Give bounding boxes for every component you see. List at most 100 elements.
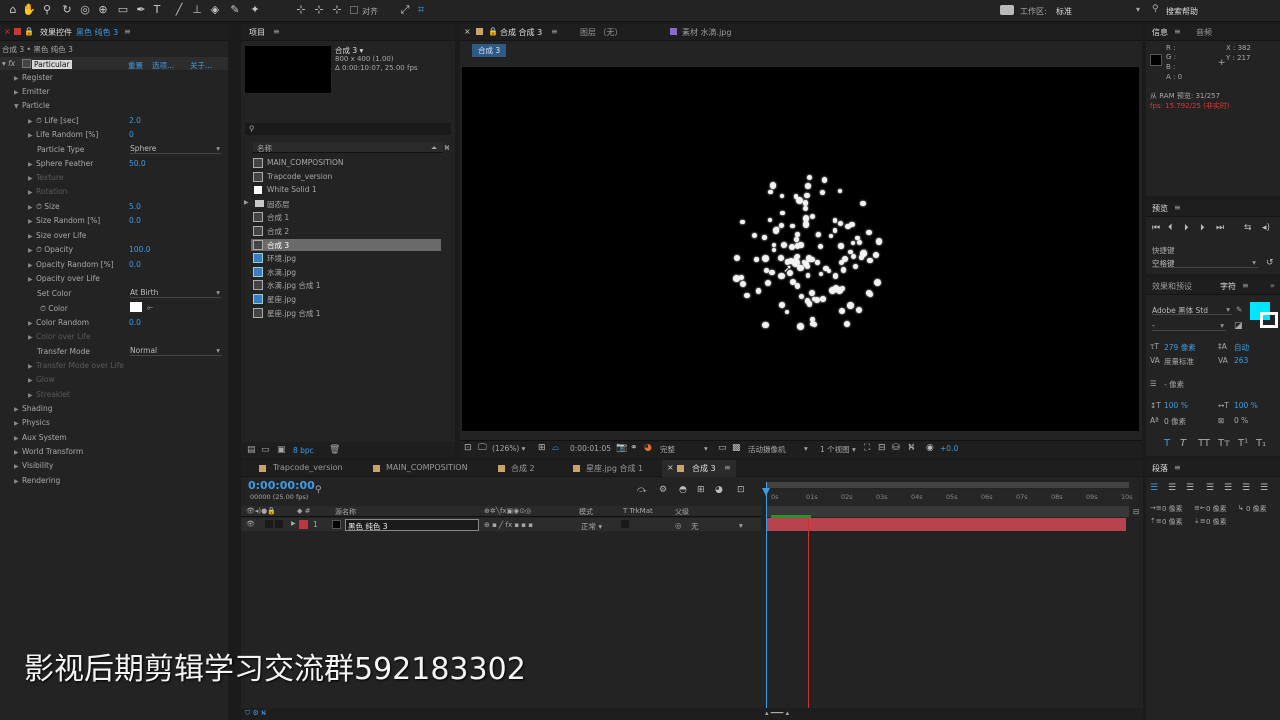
transfer-mode-dropdown[interactable]: Normal: [130, 346, 222, 356]
camera-dropdown-icon[interactable]: ▾: [804, 444, 808, 453]
expand-icon[interactable]: ⤢: [398, 3, 412, 17]
justify-all-icon[interactable]: ☰: [1260, 483, 1268, 493]
faux-italic-icon[interactable]: T: [1180, 438, 1186, 449]
roto-brush-tool-icon[interactable]: ✎: [228, 3, 242, 17]
tab-info[interactable]: 信息: [1152, 27, 1168, 38]
transparency-grid-icon[interactable]: ▩: [732, 443, 741, 453]
prop-opacity-random[interactable]: ▶ Opacity Random [%]: [28, 260, 114, 269]
tab-paragraph[interactable]: 段落: [1152, 463, 1168, 474]
next-frame-icon[interactable]: ⏵: [1200, 223, 1205, 233]
always-preview-icon[interactable]: ⊡: [464, 443, 472, 453]
tsume-value[interactable]: 0 %: [1234, 416, 1248, 425]
new-comp-icon[interactable]: ▣: [277, 445, 286, 455]
prop-life-value[interactable]: 2.0: [129, 116, 141, 125]
interpret-footage-icon[interactable]: ▤: [247, 445, 256, 455]
timeline-tab-comp3[interactable]: 合成 3: [692, 463, 716, 474]
workspace-dropdown-icon[interactable]: ▾: [1136, 5, 1140, 14]
justify-right-icon[interactable]: ☰: [1242, 483, 1250, 493]
current-time[interactable]: 0:00:01:05: [570, 444, 611, 453]
close-icon[interactable]: ×: [4, 27, 11, 36]
swap-colors-icon[interactable]: ◪: [1234, 321, 1243, 331]
flowchart-icon[interactable]: ⛕: [444, 143, 450, 153]
superscript-icon[interactable]: T¹: [1238, 438, 1248, 449]
indent-right-value[interactable]: 0 像素: [1206, 504, 1227, 514]
effect-toggle-icon[interactable]: [22, 59, 31, 68]
close-icon[interactable]: ×: [464, 27, 471, 36]
trash-icon[interactable]: 🗑: [329, 445, 340, 455]
panel-menu-icon[interactable]: ≡: [724, 463, 731, 472]
prop-opacity-random-value[interactable]: 0.0: [129, 260, 141, 269]
prop-size[interactable]: ▶ ⏱ Size: [28, 202, 60, 212]
project-item[interactable]: 水滴.jpg 合成 1: [251, 279, 441, 291]
draft-3d-icon[interactable]: ⚙: [659, 485, 667, 495]
align-checkbox[interactable]: [350, 6, 358, 14]
comp-button-icon[interactable]: ⊟: [1133, 507, 1139, 516]
prop-life-random[interactable]: ▶ Life Random [%]: [28, 130, 98, 139]
project-item[interactable]: Trapcode_version: [251, 171, 441, 183]
prop-opacity[interactable]: ▶ ⏱ Opacity: [28, 245, 73, 255]
small-caps-icon[interactable]: Tᴛ: [1218, 438, 1230, 449]
puppet-tool-icon[interactable]: ✦: [248, 3, 262, 17]
last-frame-icon[interactable]: ⏭: [1216, 223, 1224, 233]
align-center-icon[interactable]: ☰: [1168, 483, 1176, 493]
prop-color-random[interactable]: ▶ Color Random: [28, 318, 89, 327]
show-snapshot-icon[interactable]: ⚭: [630, 443, 638, 453]
current-time-indicator[interactable]: [766, 482, 767, 720]
prop-life[interactable]: ▶ ⏱ Life [sec]: [28, 116, 79, 126]
project-item[interactable]: 合成 2: [251, 225, 441, 237]
project-item[interactable]: White Solid 1: [251, 184, 441, 196]
text-tool-icon[interactable]: T: [150, 3, 164, 17]
layer-name[interactable]: 黑色 纯色 3: [348, 521, 388, 532]
baseline-shift-value[interactable]: 0 像素: [1164, 416, 1186, 427]
tab-layer[interactable]: 图层 （无）: [580, 27, 623, 38]
rectangle-tool-icon[interactable]: ▭: [116, 3, 130, 17]
layer-label-color[interactable]: [299, 520, 308, 529]
project-item[interactable]: 水滴.jpg: [251, 266, 441, 278]
parent-header[interactable]: 父级: [675, 507, 689, 517]
project-item[interactable]: 合成 3: [251, 238, 441, 251]
composition-mini-flowchart-icon[interactable]: ⤼: [637, 485, 647, 495]
timeline-tab-star[interactable]: 星座.jpg 合成 1: [586, 463, 643, 474]
comp-breadcrumb-tab[interactable]: 合成 3: [472, 44, 507, 57]
region-of-interest-icon[interactable]: ▭: [718, 443, 727, 453]
panel-menu-icon[interactable]: ≡: [1174, 203, 1181, 212]
mask-visibility-icon[interactable]: ⌓: [552, 443, 559, 453]
sort-icon[interactable]: ⏶: [431, 143, 437, 153]
indent-left-value[interactable]: 0 像素: [1162, 504, 1183, 514]
pen-tool-icon[interactable]: ✒: [134, 3, 148, 17]
group-rendering[interactable]: ▶ Rendering: [14, 476, 60, 485]
prop-color-random-value[interactable]: 0.0: [129, 318, 141, 327]
prev-frame-icon[interactable]: ⏴: [1168, 223, 1173, 233]
channel-icon[interactable]: ◕: [644, 443, 652, 453]
prop-life-random-value[interactable]: 0: [129, 130, 134, 139]
project-item[interactable]: ▶ 固态层: [244, 198, 441, 210]
space-after-value[interactable]: 0 像素: [1206, 517, 1227, 527]
space-before-value[interactable]: 0 像素: [1162, 517, 1183, 527]
exposure-value[interactable]: +0.0: [940, 444, 958, 453]
leading-value[interactable]: 自动: [1234, 342, 1249, 353]
resolution-dropdown-icon[interactable]: ▾: [704, 444, 708, 453]
axis-local-icon[interactable]: ⊹: [294, 3, 308, 17]
panel-menu-icon[interactable]: ≡: [1174, 463, 1181, 472]
tab-composition[interactable]: 合成 合成 3: [500, 27, 542, 38]
comp-canvas[interactable]: [462, 67, 1139, 431]
hand-tool-icon[interactable]: ✋: [22, 3, 36, 17]
timeline-tab-main[interactable]: MAIN_COMPOSITION: [386, 463, 468, 472]
project-item[interactable]: 合成 1: [251, 211, 441, 223]
parent-pickwhip-icon[interactable]: ◎: [675, 521, 682, 530]
loop-icon[interactable]: ⇆: [1244, 223, 1252, 233]
font-style-dropdown[interactable]: -: [1152, 321, 1226, 331]
zoom-out-icon[interactable]: ▴ ━━━ ▴: [765, 709, 789, 717]
tab-audio[interactable]: 音频: [1196, 27, 1212, 38]
tab-character[interactable]: 字符: [1220, 281, 1236, 292]
project-item[interactable]: 环境.jpg: [251, 252, 441, 264]
project-search-input[interactable]: [245, 123, 451, 135]
work-area-range[interactable]: [766, 506, 1129, 517]
tracking-value[interactable]: 263: [1234, 356, 1248, 365]
safe-zones-icon[interactable]: ⊞: [538, 443, 546, 453]
project-item[interactable]: MAIN_COMPOSITION: [251, 157, 441, 169]
subscript-icon[interactable]: T₁: [1256, 438, 1266, 449]
bit-depth-button[interactable]: 8 bpc: [293, 446, 314, 455]
footer-toggle-icons[interactable]: ⛉ ⚙ ⛕: [245, 709, 266, 718]
camera-dropdown[interactable]: 活动摄像机: [748, 444, 786, 455]
